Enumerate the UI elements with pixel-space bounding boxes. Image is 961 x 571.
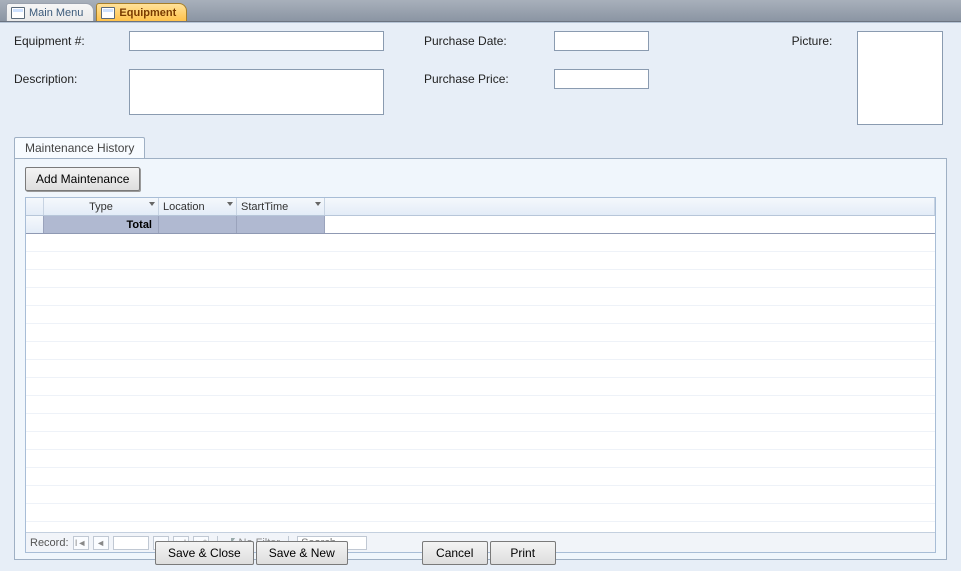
column-location[interactable]: Location [159, 198, 237, 215]
column-label: Location [163, 201, 205, 213]
chevron-down-icon [315, 202, 321, 206]
form-footer-buttons: Save & Close Save & New Cancel Print [0, 541, 961, 565]
grid-total-row: Total [26, 216, 935, 234]
column-starttime[interactable]: StartTime [237, 198, 325, 215]
total-spacer [325, 216, 935, 233]
input-equipment-number[interactable] [129, 31, 384, 51]
print-button[interactable]: Print [490, 541, 556, 565]
label-description: Description: [14, 69, 129, 86]
column-spacer [325, 198, 935, 215]
input-purchase-price[interactable] [554, 69, 649, 89]
row-selector-header[interactable] [26, 198, 44, 215]
document-tab-bar: Main Menu Equipment [0, 0, 961, 22]
grid-body[interactable] [26, 234, 935, 532]
tab-main-menu[interactable]: Main Menu [6, 3, 94, 21]
form-icon [11, 7, 25, 19]
add-maintenance-button[interactable]: Add Maintenance [25, 167, 140, 191]
label-purchase-date: Purchase Date: [424, 31, 554, 48]
label-purchase-price: Purchase Price: [424, 69, 554, 86]
total-label: Total [44, 216, 159, 233]
picture-box[interactable] [857, 31, 943, 125]
tab-label: Main Menu [29, 7, 83, 19]
maintenance-grid: Type Location StartTime Total [25, 197, 936, 553]
total-cell-starttime [237, 216, 325, 233]
chevron-down-icon [227, 202, 233, 206]
form-icon [101, 7, 115, 19]
tab-label: Equipment [119, 7, 176, 19]
column-label: StartTime [241, 201, 288, 213]
chevron-down-icon [149, 202, 155, 206]
tab-equipment[interactable]: Equipment [96, 3, 187, 21]
input-purchase-date[interactable] [554, 31, 649, 51]
row-selector[interactable] [26, 216, 44, 233]
save-close-button[interactable]: Save & Close [155, 541, 254, 565]
column-type[interactable]: Type [44, 198, 159, 215]
tab-control: Maintenance History Add Maintenance Type… [14, 137, 947, 560]
grid-header: Type Location StartTime [26, 198, 935, 216]
tab-maintenance-history[interactable]: Maintenance History [14, 137, 145, 158]
label-picture: Picture: [767, 31, 857, 48]
cancel-button[interactable]: Cancel [422, 541, 488, 565]
column-label: Type [89, 201, 113, 213]
label-equipment-number: Equipment #: [14, 31, 129, 48]
save-new-button[interactable]: Save & New [256, 541, 348, 565]
input-description[interactable] [129, 69, 384, 115]
total-cell-location [159, 216, 237, 233]
form-surface: Equipment #: Purchase Date: Picture: Des… [0, 22, 961, 571]
